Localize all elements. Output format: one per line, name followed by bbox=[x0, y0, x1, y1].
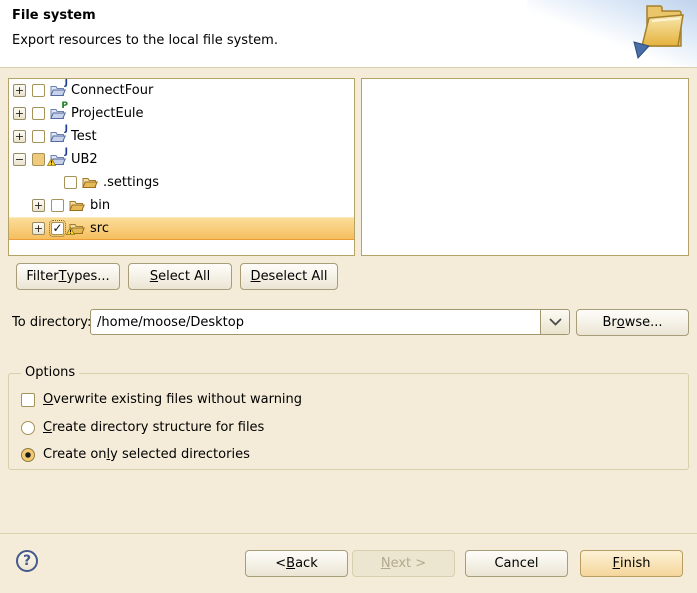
item-checkbox[interactable] bbox=[51, 199, 64, 212]
item-checkbox[interactable] bbox=[32, 153, 45, 166]
item-checkbox[interactable] bbox=[32, 107, 45, 120]
create-structure-radio[interactable] bbox=[21, 421, 35, 435]
item-checkbox[interactable] bbox=[64, 176, 77, 189]
item-checkbox[interactable]: ✓ bbox=[51, 222, 64, 235]
tree-item-projecteule[interactable]: +PProjectEule bbox=[9, 102, 354, 125]
java-project-folder-icon: J bbox=[50, 152, 66, 168]
options-group: Options Overwrite existing files without… bbox=[8, 373, 689, 470]
tree-item-label: bin bbox=[90, 198, 110, 213]
to-directory-label: To directory: bbox=[12, 315, 91, 330]
tree-item-label: src bbox=[90, 221, 109, 236]
create-structure-option[interactable]: Create directory structure for files bbox=[21, 420, 264, 435]
back-button[interactable]: < Back bbox=[245, 550, 348, 577]
tree-button-row: Filter Types... Select All Deselect All bbox=[16, 263, 338, 290]
java-project-folder-icon: P bbox=[50, 106, 66, 122]
expand-icon[interactable]: + bbox=[13, 84, 26, 97]
create-selected-option[interactable]: Create only selected directories bbox=[21, 447, 250, 462]
expand-icon[interactable]: + bbox=[32, 199, 45, 212]
create-selected-label: Create only selected directories bbox=[43, 447, 250, 462]
overwrite-checkbox[interactable] bbox=[21, 393, 35, 407]
deselect-all-button[interactable]: Deselect All bbox=[240, 263, 338, 290]
overwrite-label: Overwrite existing files without warning bbox=[43, 392, 302, 407]
cancel-button[interactable]: Cancel bbox=[465, 550, 568, 577]
item-checkbox[interactable] bbox=[32, 130, 45, 143]
tree-item-label: .settings bbox=[103, 175, 159, 190]
destination-value[interactable]: /home/moose/Desktop bbox=[91, 310, 540, 334]
item-checkbox[interactable] bbox=[32, 84, 45, 97]
file-list-panel[interactable] bbox=[361, 78, 689, 256]
java-badge: J bbox=[65, 79, 68, 88]
next-button: Next > bbox=[352, 550, 455, 577]
java-project-folder-icon: J bbox=[50, 83, 66, 99]
folder-icon bbox=[69, 221, 85, 237]
browse-button[interactable]: Browse... bbox=[576, 309, 689, 336]
expand-icon[interactable]: + bbox=[32, 222, 45, 235]
footer-separator bbox=[0, 533, 697, 534]
header-separator bbox=[0, 67, 697, 68]
folder-icon bbox=[69, 198, 85, 214]
tree-item-src[interactable]: + ✓ src bbox=[9, 217, 354, 240]
tree-item-bin[interactable]: + bin bbox=[9, 194, 354, 217]
tree-item-ub2[interactable]: −JUB2 bbox=[9, 148, 354, 171]
tree-item-label: ConnectFour bbox=[71, 83, 153, 98]
collapse-icon[interactable]: − bbox=[13, 153, 26, 166]
warning-badge bbox=[47, 155, 56, 170]
warning-badge bbox=[66, 227, 75, 235]
tree-item-label: Test bbox=[71, 129, 97, 144]
filter-types-button[interactable]: Filter Types... bbox=[16, 263, 120, 290]
expand-icon[interactable]: + bbox=[13, 130, 26, 143]
chevron-down-icon bbox=[549, 318, 562, 327]
plugin-badge: P bbox=[61, 102, 68, 111]
create-selected-radio[interactable] bbox=[21, 448, 35, 462]
java-project-folder-icon: J bbox=[50, 129, 66, 145]
folder-icon bbox=[82, 175, 98, 191]
create-structure-label: Create directory structure for files bbox=[43, 420, 264, 435]
destination-combo[interactable]: /home/moose/Desktop bbox=[90, 309, 570, 335]
finish-button[interactable]: Finish bbox=[580, 550, 683, 577]
java-badge: J bbox=[65, 148, 68, 157]
combo-dropdown-button[interactable] bbox=[540, 310, 569, 334]
wizard-header: File system Export resources to the loca… bbox=[0, 0, 697, 67]
tree-item-settings[interactable]: .settings bbox=[9, 171, 354, 194]
options-legend: Options bbox=[21, 365, 79, 380]
tree-item-label: UB2 bbox=[71, 152, 98, 167]
warning-badge bbox=[47, 158, 56, 166]
tree-item-label: ProjectEule bbox=[71, 106, 144, 121]
java-badge: J bbox=[65, 125, 68, 134]
tree-item-test[interactable]: +JTest bbox=[9, 125, 354, 148]
resource-tree[interactable]: +JConnectFour+PProjectEule+JTest−JUB2.se… bbox=[8, 78, 355, 256]
warning-badge bbox=[66, 224, 75, 239]
select-all-button[interactable]: Select All bbox=[128, 263, 232, 290]
expand-icon[interactable]: + bbox=[13, 107, 26, 120]
export-folder-icon bbox=[625, 2, 689, 64]
page-title: File system bbox=[12, 8, 96, 23]
help-button[interactable]: ? bbox=[16, 550, 38, 572]
page-description: Export resources to the local file syste… bbox=[12, 33, 278, 48]
overwrite-option[interactable]: Overwrite existing files without warning bbox=[21, 392, 302, 407]
tree-item-connectfour[interactable]: +JConnectFour bbox=[9, 79, 354, 102]
